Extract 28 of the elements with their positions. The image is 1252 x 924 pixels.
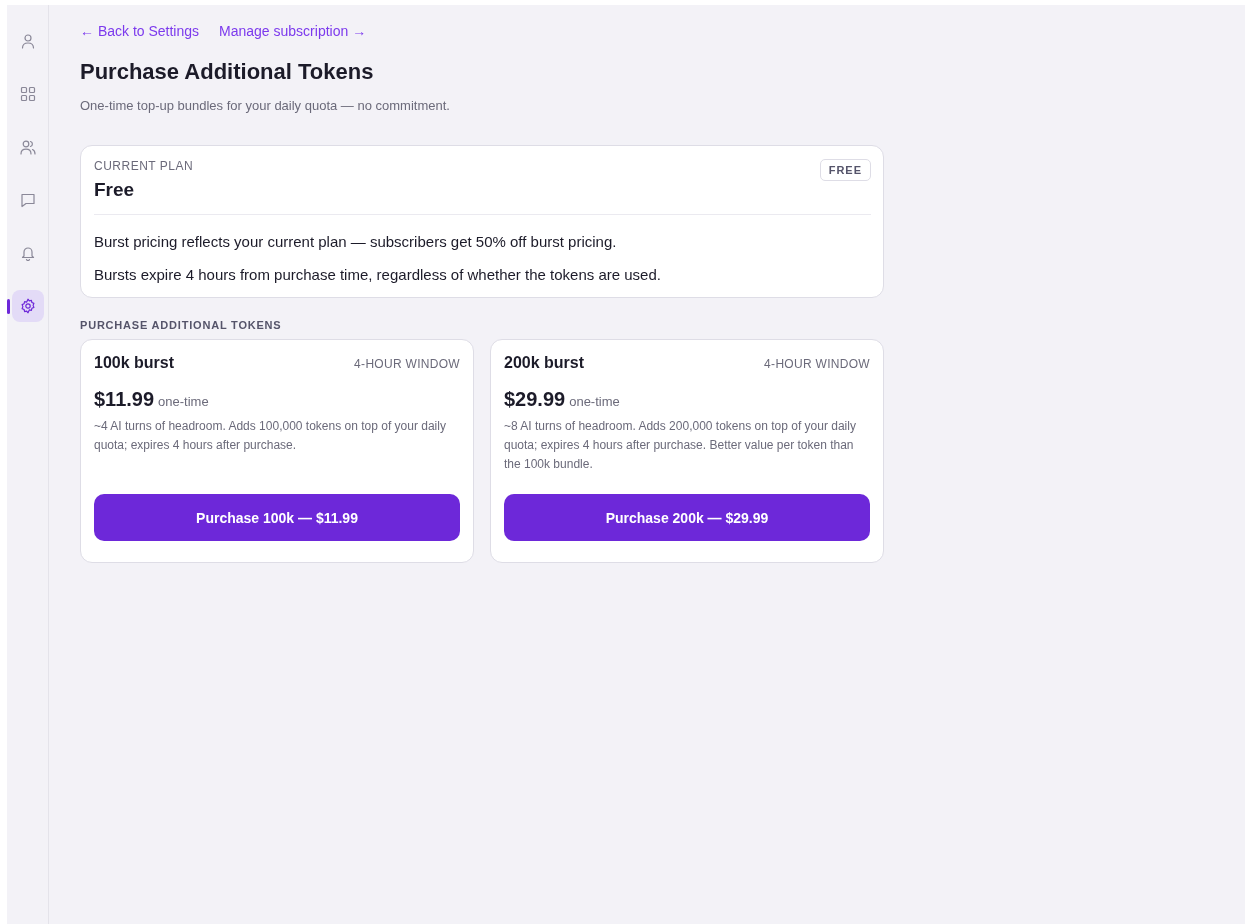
bundle-name: 200k burst	[504, 354, 585, 372]
page-title: Purchase Additional Tokens	[80, 59, 375, 85]
plan-note: Burst pricing reflects your current plan — subscribers get 50% off burst pricing.	[94, 233, 618, 250]
plan-label: CURRENT PLAN	[94, 159, 194, 173]
bundle-description: ~8 AI turns of headroom. Adds 200,000 tokens on top of your daily quota; expires 4 hours after purchase. Better value per token than the 100k bundle.	[504, 418, 857, 473]
purchase-button[interactable]: Purchase 100k — $11.99	[94, 494, 460, 541]
settings-icon	[19, 298, 36, 314]
price-note: one-time	[158, 394, 209, 409]
section-title: PURCHASE ADDITIONAL TOKENS	[80, 319, 283, 331]
nav-link[interactable]: Manage subscription →	[219, 23, 367, 39]
page-subtitle: One-time top-up bundles for your daily quota — no commitment.	[80, 98, 451, 113]
plan-name: Free	[94, 179, 136, 201]
users-icon	[19, 139, 36, 155]
price-note: one-time	[569, 394, 620, 409]
grid-icon	[19, 86, 36, 102]
plan-badge: FREE	[819, 159, 871, 181]
user-icon	[19, 33, 36, 49]
purchase-button[interactable]: Purchase 200k — $29.99	[504, 494, 870, 541]
bell-icon	[19, 245, 36, 261]
plan-note: Bursts expire 4 hours from purchase time, regardless of whether the tokens are used.	[94, 266, 662, 283]
bundle-price: $29.99	[504, 388, 566, 411]
window-label: 4-HOUR WINDOW	[354, 357, 460, 371]
nav-link[interactable]: ← Back to Settings	[80, 23, 200, 39]
bundle-price: $11.99	[94, 388, 155, 411]
window-label: 4-HOUR WINDOW	[764, 357, 870, 371]
bundle-description: ~4 AI turns of headroom. Adds 100,000 tokens on top of your daily quota; expires 4 hours after purchase.	[94, 418, 447, 454]
bundle-name: 100k burst	[94, 354, 175, 372]
chat-icon	[19, 192, 36, 208]
